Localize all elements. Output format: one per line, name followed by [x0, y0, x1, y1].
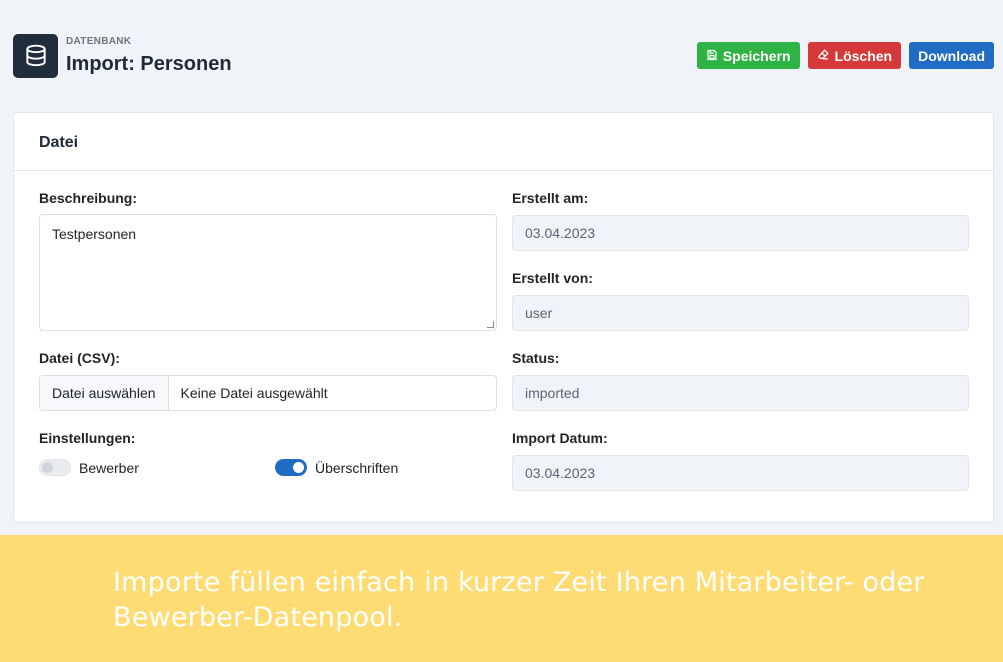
ueberschriften-switch[interactable]: [275, 459, 307, 476]
delete-button-label: Löschen: [834, 47, 893, 64]
save-button[interactable]: Speichern: [696, 42, 800, 69]
created-by-value: user: [525, 305, 553, 321]
file-label: Datei (CSV):: [39, 350, 120, 366]
save-button-label: Speichern: [722, 47, 791, 64]
status-field: imported: [512, 375, 969, 411]
switch-knob: [42, 462, 53, 473]
page-title: Import: Personen: [66, 53, 232, 75]
database-icon: [13, 34, 58, 78]
download-button-label: Download: [918, 47, 985, 64]
status-label: Status:: [512, 350, 560, 366]
resize-handle-icon[interactable]: [487, 321, 494, 328]
created-at-field: 03.04.2023: [512, 215, 969, 251]
status-value: imported: [525, 385, 580, 401]
description-label: Beschreibung:: [39, 190, 138, 206]
created-at-label: Erstellt am:: [512, 190, 589, 206]
created-by-label: Erstellt von:: [512, 270, 593, 286]
save-icon: [706, 48, 718, 64]
settings-label: Einstellungen:: [39, 430, 136, 446]
ueberschriften-label: Überschriften: [315, 459, 399, 476]
file-name-text: Keine Datei ausgewählt: [180, 385, 328, 401]
card-title: Datei: [14, 113, 993, 171]
eraser-icon: [817, 48, 830, 64]
page-header: DATENBANK Import: Personen Speichern Lös…: [13, 34, 994, 78]
page-pretitle: DATENBANK: [66, 36, 132, 47]
created-at-value: 03.04.2023: [525, 225, 596, 241]
toggle-bewerber[interactable]: Bewerber: [39, 459, 139, 476]
file-input[interactable]: Datei auswählen Keine Datei ausgewählt: [39, 375, 497, 411]
download-button[interactable]: Download: [909, 42, 994, 69]
switch-knob: [293, 462, 304, 473]
description-textarea[interactable]: Testpersonen: [39, 214, 497, 331]
banner-text: Importe füllen einfach in kurzer Zeit Ih…: [113, 567, 925, 633]
description-value: Testpersonen: [52, 226, 137, 242]
bewerber-switch[interactable]: [39, 459, 71, 476]
created-by-field: user: [512, 295, 969, 331]
delete-button[interactable]: Löschen: [807, 42, 902, 69]
bewerber-label: Bewerber: [79, 459, 139, 476]
toggle-ueberschriften[interactable]: Überschriften: [275, 459, 398, 476]
import-date-field: 03.04.2023: [512, 455, 969, 491]
import-date-label: Import Datum:: [512, 430, 608, 446]
choose-file-button[interactable]: Datei auswählen: [40, 376, 169, 410]
toolbar: Speichern Löschen Download: [696, 42, 994, 69]
promo-banner: Importe füllen einfach in kurzer Zeit Ih…: [0, 535, 1003, 662]
import-date-value: 03.04.2023: [525, 465, 596, 481]
file-card: Datei Beschreibung: Testpersonen Datei (…: [13, 112, 994, 523]
